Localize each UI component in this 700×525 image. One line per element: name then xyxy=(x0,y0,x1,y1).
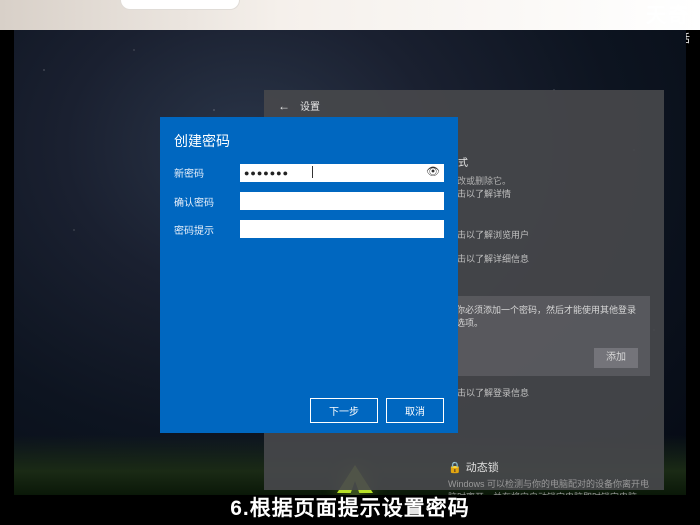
desktop-wallpaper: ← 设置 方式 更改或删除它。 单击以了解详情 人 单击以了解浏览用户 单击以了… xyxy=(14,30,686,495)
reveal-password-icon[interactable]: 👁 xyxy=(426,165,440,178)
sec2-link[interactable]: 单击以了解浏览用户 xyxy=(448,229,650,242)
caption-text: 6.根据页面提示设置密码 xyxy=(0,492,700,522)
brand-main: 天奇 xyxy=(630,6,690,26)
sec3-link[interactable]: 单击以了解详细信息 xyxy=(448,253,650,266)
back-icon[interactable]: ← xyxy=(278,99,290,113)
sec2-label: 人 xyxy=(448,211,650,225)
new-password-input[interactable] xyxy=(240,164,444,182)
sec4-label: 锁 xyxy=(448,276,650,290)
next-button[interactable]: 下一步 xyxy=(310,398,378,423)
confirm-password-input[interactable] xyxy=(240,192,444,210)
change-link[interactable]: 单击以了解详情 xyxy=(448,188,650,201)
password-hint-input[interactable] xyxy=(240,220,444,238)
dialog-title: 创建密码 xyxy=(160,117,458,163)
confirm-password-label: 确认密码 xyxy=(174,194,240,209)
create-password-dialog: 创建密码 新密码 👁 确认密码 密码提示 xyxy=(160,117,458,433)
settings-title: 设置 xyxy=(300,98,320,113)
box-text: 你必须添加一个密码，然后才能使用其他登录选项。 xyxy=(456,305,636,328)
add-button[interactable]: 添加 xyxy=(594,348,638,368)
text-caret xyxy=(312,166,313,178)
cancel-button[interactable]: 取消 xyxy=(386,398,444,423)
lock-icon: 🔒 xyxy=(448,462,462,474)
tab-notch xyxy=(120,0,240,10)
dynamic-lock-title: 动态锁 xyxy=(466,462,499,474)
browser-top-bar xyxy=(0,0,700,30)
password-hint-label: 密码提示 xyxy=(174,222,240,237)
new-password-label: 新密码 xyxy=(174,165,240,180)
footer-link[interactable]: 单击以了解登录信息 xyxy=(448,387,650,400)
change-remove-text: 更改或删除它。 xyxy=(448,175,650,188)
